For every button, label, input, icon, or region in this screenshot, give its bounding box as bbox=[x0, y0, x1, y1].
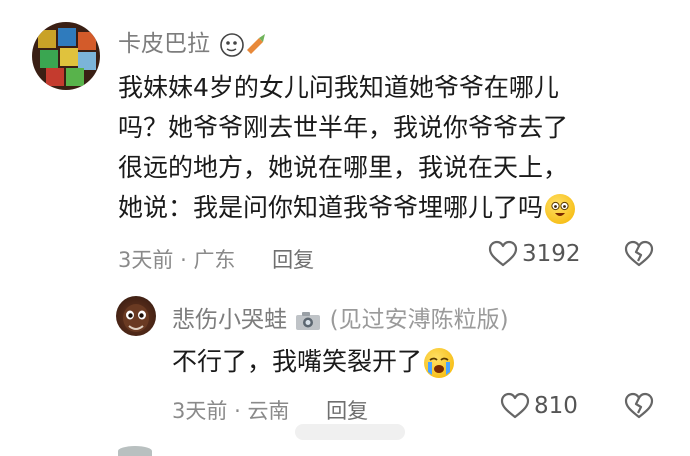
meta-separator: · bbox=[234, 399, 241, 423]
author-name[interactable]: 卡皮巴拉 bbox=[118, 24, 267, 58]
grinning-face-emoji bbox=[545, 194, 576, 224]
comment-time: 3天前 bbox=[118, 248, 174, 272]
reply-button[interactable]: 回复 bbox=[272, 248, 314, 272]
comment-text: 不行了，我嘴笑裂开了 bbox=[172, 342, 652, 382]
comment-text-span: 不行了，我嘴笑裂开了 bbox=[172, 347, 423, 376]
comment-text-line: 她说：我是问你知道我爷爷埋哪儿了吗 bbox=[118, 188, 658, 228]
camera-icon bbox=[296, 311, 321, 330]
comment-text-span: 她说：我是问你知道我爷爷埋哪儿了吗 bbox=[118, 193, 544, 222]
author-name[interactable]: 悲伤小哭蛙 (见过安溥陈粒版) bbox=[172, 300, 509, 334]
comment-text-line: 吗？她爷爷刚去世半年，我说你爷爷去了 bbox=[118, 113, 569, 142]
comment-item: 卡皮巴拉 我妹妹4岁的女儿问我知道她爷爷在哪儿 吗？她爷爷刚去世半年，我说你爷爷… bbox=[0, 0, 690, 290]
author-tag: (见过安溥陈粒版) bbox=[329, 307, 509, 333]
like-button[interactable]: 810 bbox=[500, 392, 578, 420]
avatar[interactable] bbox=[116, 296, 156, 336]
broken-heart-icon bbox=[624, 392, 654, 419]
author-name-text: 卡皮巴拉 bbox=[118, 31, 210, 57]
dislike-button[interactable] bbox=[624, 392, 654, 424]
dislike-button[interactable] bbox=[624, 240, 654, 272]
meta-separator: · bbox=[180, 248, 187, 272]
comment-meta: 3天前 · 广东 回复 bbox=[118, 244, 314, 274]
like-button[interactable]: 3192 bbox=[488, 240, 581, 268]
avatar-face bbox=[123, 304, 149, 332]
cartoon-face-icon bbox=[220, 32, 266, 57]
like-count: 810 bbox=[534, 393, 578, 419]
avatar[interactable] bbox=[32, 22, 100, 90]
comment-text-line: 很远的地方，她说在哪里，我说在天上， bbox=[118, 153, 569, 182]
reply-comment-item: 悲伤小哭蛙 (见过安溥陈粒版) 不行了，我嘴笑裂开了 3天前 · 云南 回复 8… bbox=[0, 290, 690, 440]
next-comment-avatar[interactable] bbox=[118, 446, 152, 456]
watermark bbox=[295, 424, 405, 440]
broken-heart-icon bbox=[624, 240, 654, 267]
like-count: 3192 bbox=[522, 241, 581, 267]
comment-location: 广东 bbox=[193, 248, 236, 272]
heart-outline-icon bbox=[500, 392, 530, 419]
comment-location: 云南 bbox=[247, 399, 290, 423]
comment-text-line: 我妹妹4岁的女儿问我知道她爷爷在哪儿 bbox=[118, 73, 559, 102]
heart-outline-icon bbox=[488, 240, 518, 267]
crying-face-emoji bbox=[424, 348, 455, 378]
comment-time: 3天前 bbox=[172, 399, 228, 423]
comment-text: 我妹妹4岁的女儿问我知道她爷爷在哪儿 吗？她爷爷刚去世半年，我说你爷爷去了 很远… bbox=[118, 68, 658, 228]
author-name-text: 悲伤小哭蛙 bbox=[172, 307, 287, 333]
